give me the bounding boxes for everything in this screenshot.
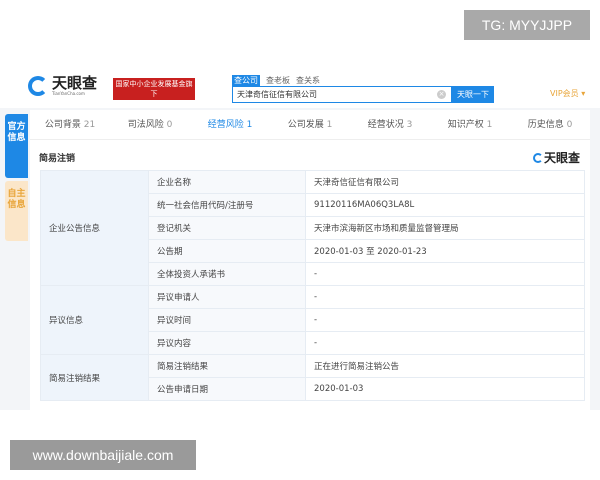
field-value: 天津市滨海新区市场和质量监督管理局 xyxy=(305,216,585,240)
field-label: 企业名称 xyxy=(148,170,306,194)
field-value: 天津奇信征信有限公司 xyxy=(305,170,585,194)
search-input[interactable]: 天津奇信征信有限公司 × xyxy=(232,86,452,103)
vip-menu[interactable]: VIP会员 ▾ xyxy=(550,88,585,99)
group-label: 企业公告信息 xyxy=(40,170,149,286)
field-value: 2020-01-03 至 2020-01-23 xyxy=(305,239,585,263)
tab-operating-risk[interactable]: 经营风险 1 xyxy=(190,110,270,139)
watermark-top: TG: MYYJJPP xyxy=(464,10,590,40)
table-row: 简易注销结果 简易注销结果 正在进行简易注销公告 xyxy=(40,354,585,401)
section-title: 简易注销 xyxy=(39,154,76,164)
tab-development[interactable]: 公司发展 1 xyxy=(270,110,350,139)
field-label: 全体投资人承诺书 xyxy=(148,262,306,286)
deregistration-table: 企业公告信息 企业名称 天津奇信征信有限公司 统一社会信用代码/注册号 9112011… xyxy=(40,170,585,401)
tab-background[interactable]: 公司背景 21 xyxy=(30,110,110,139)
brand-logo: 天眼查 xyxy=(532,149,580,166)
field-label: 统一社会信用代码/注册号 xyxy=(148,193,306,217)
group-label: 异议信息 xyxy=(40,285,149,355)
side-tab-self[interactable]: 自主信息 xyxy=(5,181,28,241)
table-row: 异议信息 异议申请人 - xyxy=(40,285,585,355)
field-value: - xyxy=(305,308,585,332)
tab-bar: 公司背景 21 司法风险 0 经营风险 1 公司发展 1 经营状况 3 知识产权… xyxy=(30,110,590,140)
content-panel: 公司背景 21 司法风险 0 经营风险 1 公司发展 1 经营状况 3 知识产权… xyxy=(30,110,590,410)
logo-icon xyxy=(28,76,48,96)
field-label: 异议申请人 xyxy=(148,285,306,309)
search-tab-company[interactable]: 查公司 xyxy=(232,75,260,86)
field-value: 91120116MA06Q3LA8L xyxy=(305,193,585,217)
field-value: 2020-01-03 xyxy=(305,377,585,401)
field-label: 公告期 xyxy=(148,239,306,263)
banner: 国家中小企业发展基金旗下 官方备案企业征信机构 xyxy=(113,78,195,108)
tab-history[interactable]: 历史信息 0 xyxy=(510,110,590,139)
logo-text: 天眼查 xyxy=(52,74,98,92)
field-value: - xyxy=(305,331,585,355)
search-button[interactable]: 天眼一下 xyxy=(452,86,494,103)
search-tab-relation[interactable]: 查关系 xyxy=(296,75,320,86)
tab-legal-risk[interactable]: 司法风险 0 xyxy=(110,110,190,139)
field-value: - xyxy=(305,285,585,309)
field-label: 登记机关 xyxy=(148,216,306,240)
field-label: 公告申请日期 xyxy=(148,377,306,401)
field-value: - xyxy=(305,262,585,286)
watermark-bottom: www.downbaijiale.com xyxy=(10,440,196,470)
field-value: 正在进行简易注销公告 xyxy=(305,354,585,378)
logo[interactable]: 天眼查 TianYanCha.com xyxy=(28,76,97,96)
logo-icon xyxy=(532,153,543,163)
field-label: 简易注销结果 xyxy=(148,354,306,378)
search-tab-boss[interactable]: 查老板 xyxy=(266,75,290,86)
clear-icon[interactable]: × xyxy=(437,90,446,99)
field-label: 异议内容 xyxy=(148,331,306,355)
table-row: 企业公告信息 企业名称 天津奇信征信有限公司 xyxy=(40,170,585,286)
field-label: 异议时间 xyxy=(148,308,306,332)
group-label: 简易注销结果 xyxy=(40,354,149,401)
tab-operating-status[interactable]: 经营状况 3 xyxy=(350,110,430,139)
search-tabs: 查公司 查老板 查关系 xyxy=(232,75,320,86)
side-tab-official[interactable]: 官方信息 xyxy=(5,114,28,178)
tab-ip[interactable]: 知识产权 1 xyxy=(430,110,510,139)
